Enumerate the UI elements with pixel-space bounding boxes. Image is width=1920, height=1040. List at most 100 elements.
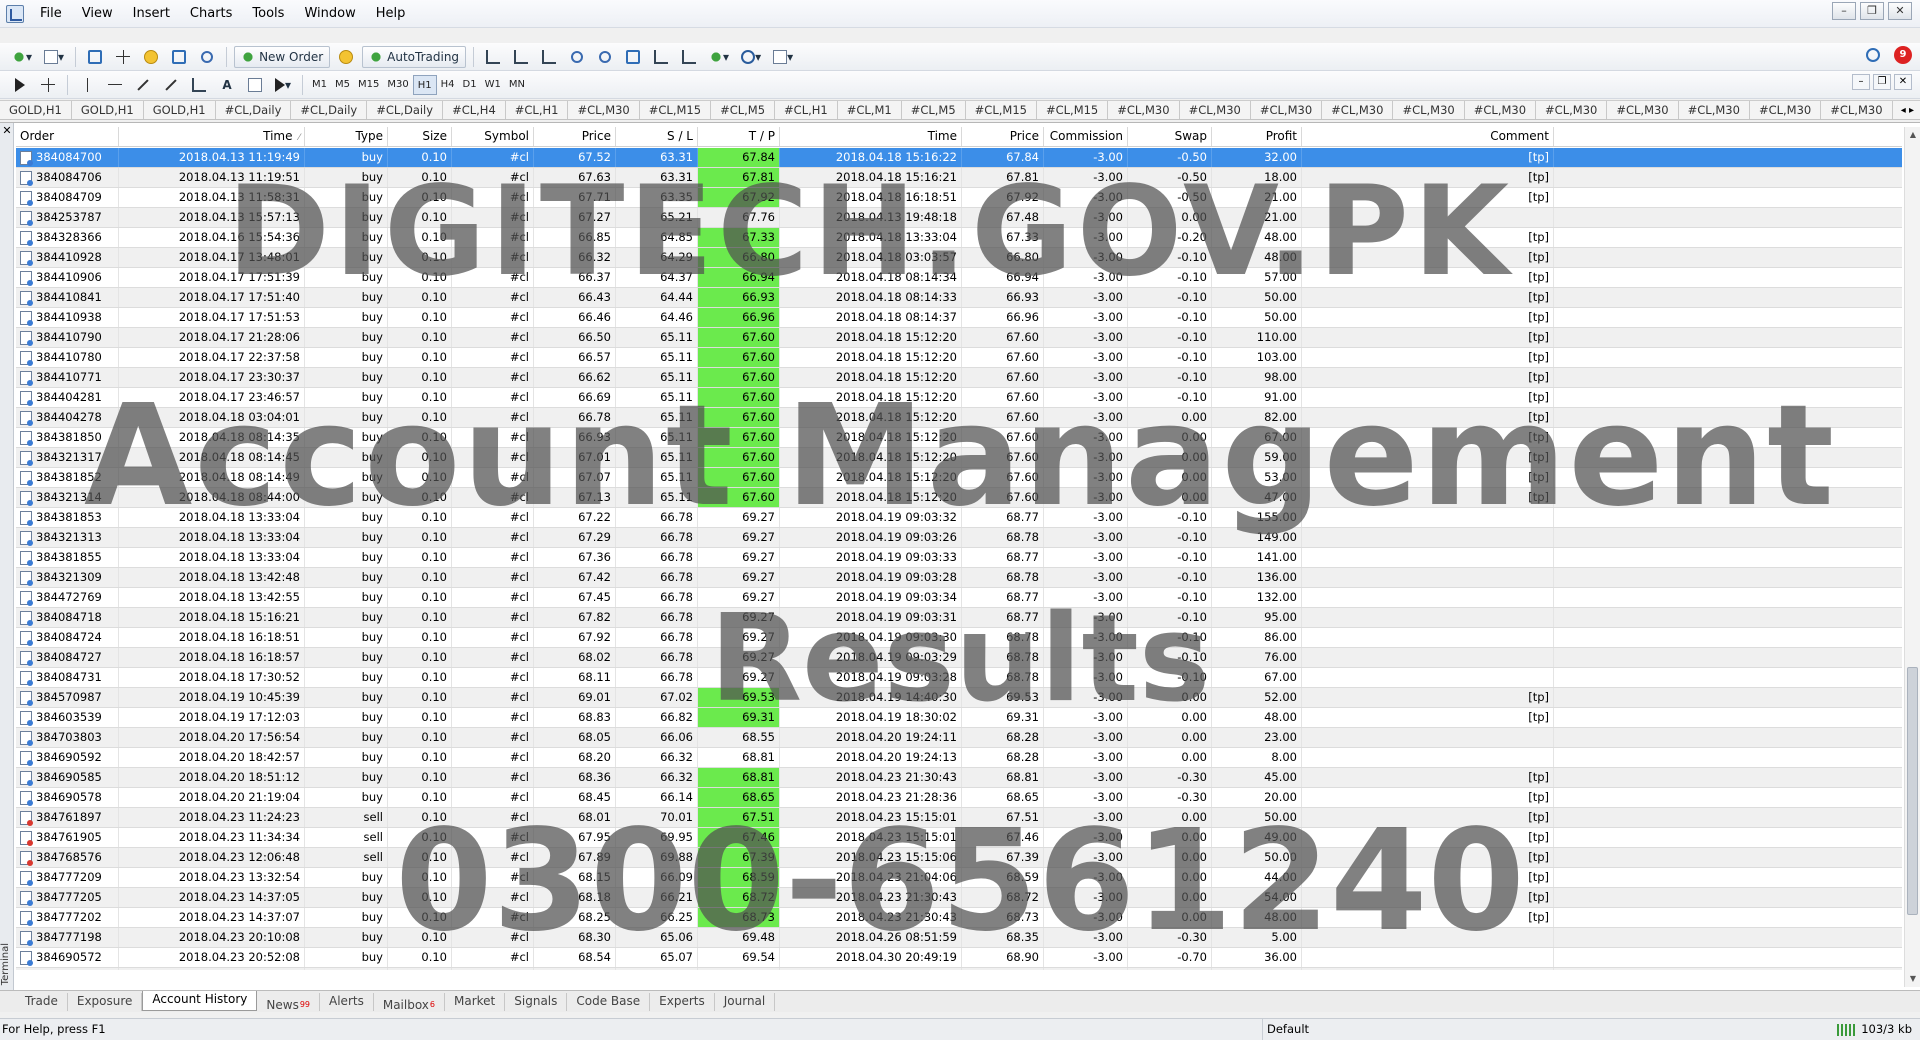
table-row[interactable]: 384084727 2018.04.18 16:18:57 buy 0.10 #cl 68… (16, 648, 1902, 668)
column-header-open-price[interactable]: Price (534, 127, 616, 146)
table-row[interactable]: 384768576 2018.04.23 12:06:48 sell 0.10 #cl 6… (16, 848, 1902, 868)
table-row[interactable]: 384381853 2018.04.18 13:33:04 buy 0.10 #cl 67… (16, 508, 1902, 528)
chart-tab[interactable]: #CL,M5 (902, 101, 966, 119)
table-row[interactable]: 384570987 2018.04.19 10:45:39 buy 0.10 #cl 69… (16, 688, 1902, 708)
menu-window[interactable]: Window (294, 0, 365, 28)
chart-tab[interactable]: #CL,H4 (443, 101, 506, 119)
chart-tab[interactable]: #CL,Daily (367, 101, 444, 119)
notification-badge[interactable]: 9 (1894, 46, 1912, 64)
terminal-tab-market[interactable]: Market (445, 993, 506, 1011)
menu-file[interactable]: File (30, 0, 72, 28)
table-row[interactable]: 384690592 2018.04.20 18:42:57 buy 0.10 #cl 68… (16, 748, 1902, 768)
line-chart-button[interactable] (537, 46, 561, 68)
terminal-tab-experts[interactable]: Experts (650, 993, 715, 1011)
timeframe-h4[interactable]: H4 (437, 75, 459, 95)
chart-tab[interactable]: #CL,H1 (775, 101, 838, 119)
column-header-comment[interactable]: Comment (1302, 127, 1554, 146)
timeframe-h1[interactable]: H1 (412, 74, 437, 95)
menu-help[interactable]: Help (366, 0, 416, 28)
table-row[interactable]: 384777209 2018.04.23 13:32:54 buy 0.10 #cl 68… (16, 868, 1902, 888)
fibonacci-button[interactable] (187, 74, 211, 96)
column-header-commission[interactable]: Commission (1044, 127, 1128, 146)
chart-tab[interactable]: #CL,M30 (1180, 101, 1251, 119)
chart-shift-button[interactable] (677, 46, 701, 68)
metaeditor-button[interactable] (334, 46, 358, 68)
close-icon[interactable]: ✕ (1, 125, 13, 137)
search-icon[interactable] (1866, 48, 1880, 62)
terminal-tab-trade[interactable]: Trade (16, 993, 68, 1011)
terminal-tab-news[interactable]: News99 (257, 993, 321, 1012)
navigator-button[interactable] (139, 46, 163, 68)
chart-tab[interactable]: #CL,M30 (1393, 101, 1465, 119)
table-row[interactable]: 384777198 2018.04.23 20:10:08 buy 0.10 #cl 68… (16, 928, 1902, 948)
table-row[interactable]: 3846703482018.04.23 21:28:35buy0.10#cl68… (16, 968, 1902, 970)
mdi-minimize-icon[interactable]: – (1852, 74, 1870, 90)
column-header-size[interactable]: Size (388, 127, 452, 146)
cursor-button[interactable] (8, 74, 32, 96)
table-row[interactable]: 384410928 2018.04.17 13:48:01 buy 0.10 #cl 66… (16, 248, 1902, 268)
table-row[interactable]: 384381855 2018.04.18 13:33:04 buy 0.10 #cl 67… (16, 548, 1902, 568)
terminal-tab-signals[interactable]: Signals (505, 993, 568, 1011)
zoom-out-button[interactable] (593, 46, 617, 68)
templates-button[interactable]: ▾ (769, 46, 797, 68)
vertical-line-button[interactable] (75, 74, 99, 96)
table-row[interactable]: 384084700 2018.04.13 11:19:49 buy 0.10 #cl 67… (16, 148, 1902, 168)
table-row[interactable]: 384703803 2018.04.20 17:56:54 buy 0.10 #cl 68… (16, 728, 1902, 748)
new-order-button[interactable]: New Order (234, 45, 331, 68)
text-button[interactable]: A (215, 74, 239, 96)
chart-tab[interactable]: #CL,M30 (1536, 101, 1608, 119)
horizontal-line-button[interactable] (103, 74, 127, 96)
table-row[interactable]: 384603539 2018.04.19 17:12:03 buy 0.10 #cl 68… (16, 708, 1902, 728)
table-row[interactable]: 384404281 2018.04.17 23:46:57 buy 0.10 #cl 66… (16, 388, 1902, 408)
table-row[interactable]: 384410771 2018.04.17 23:30:37 buy 0.10 #cl 66… (16, 368, 1902, 388)
table-row[interactable]: 384690572 2018.04.23 20:52:08 buy 0.10 #cl 68… (16, 948, 1902, 968)
chart-tab[interactable]: #CL,M30 (1750, 101, 1822, 119)
column-header-order[interactable]: Order (16, 127, 119, 146)
channel-button[interactable] (159, 74, 183, 96)
scroll-thumb[interactable] (1907, 667, 1918, 915)
table-row[interactable]: 384328366 2018.04.16 15:54:36 buy 0.10 #cl 66… (16, 228, 1902, 248)
menu-tools[interactable]: Tools (242, 0, 294, 28)
table-row[interactable]: 384777202 2018.04.23 14:37:07 buy 0.10 #cl 68… (16, 908, 1902, 928)
table-row[interactable]: 384253787 2018.04.13 15:57:13 buy 0.10 #cl 67… (16, 208, 1902, 228)
tile-windows-button[interactable] (621, 46, 645, 68)
minimize-icon[interactable]: – (1832, 2, 1856, 20)
timeframe-mn[interactable]: MN (505, 75, 529, 95)
candlestick-button[interactable] (509, 46, 533, 68)
strategy-tester-button[interactable] (195, 46, 219, 68)
column-header-close-price[interactable]: Price (962, 127, 1044, 146)
indicators-button[interactable]: ▾ (705, 46, 733, 68)
vertical-scrollbar[interactable]: ▲ ▼ (1904, 127, 1920, 987)
new-chart-button[interactable]: ▾ (8, 46, 36, 68)
chart-tab[interactable]: GOLD,H1 (72, 101, 144, 119)
chart-tab[interactable]: #CL,M30 (1465, 101, 1537, 119)
chart-tab[interactable]: #CL,M30 (1108, 101, 1180, 119)
chart-tab[interactable]: #CL,M30 (1322, 101, 1394, 119)
close-icon[interactable]: ✕ (1888, 2, 1912, 20)
column-header-profit[interactable]: Profit (1212, 127, 1302, 146)
table-row[interactable]: 384777205 2018.04.23 14:37:05 buy 0.10 #cl 68… (16, 888, 1902, 908)
chart-tab[interactable]: #CL,M5 (711, 101, 776, 119)
timeframe-m15[interactable]: M15 (354, 75, 383, 95)
chart-tab[interactable]: #CL,M1 (838, 101, 902, 119)
restore-icon[interactable]: ❐ (1860, 2, 1884, 20)
table-row[interactable]: 384321314 2018.04.18 08:44:00 buy 0.10 #cl 67… (16, 488, 1902, 508)
table-row[interactable]: 384321309 2018.04.18 13:42:48 buy 0.10 #cl 67… (16, 568, 1902, 588)
periods-button[interactable]: ▾ (737, 46, 765, 68)
table-row[interactable]: 384410790 2018.04.17 21:28:06 buy 0.10 #cl 66… (16, 328, 1902, 348)
tab-scroll-arrows-icon[interactable]: ◂ ▸ (1896, 101, 1918, 119)
menu-view[interactable]: View (72, 0, 123, 28)
table-row[interactable]: 384472769 2018.04.18 13:42:55 buy 0.10 #cl 67… (16, 588, 1902, 608)
text-label-button[interactable] (243, 74, 267, 96)
table-row[interactable]: 384761897 2018.04.23 11:24:23 sell 0.10 #cl 6… (16, 808, 1902, 828)
chart-tab[interactable]: #CL,M30 (568, 101, 640, 119)
column-header-close-time[interactable]: Time (780, 127, 962, 146)
terminal-tab-alerts[interactable]: Alerts (320, 993, 374, 1011)
scroll-up-icon[interactable]: ▲ (1905, 127, 1920, 143)
chart-tab[interactable]: #CL,M15 (966, 101, 1037, 119)
chart-tab[interactable]: #CL,H1 (506, 101, 569, 119)
table-row[interactable]: 384690585 2018.04.20 18:51:12 buy 0.10 #cl 68… (16, 768, 1902, 788)
terminal-tab-code-base[interactable]: Code Base (567, 993, 651, 1011)
column-header-type[interactable]: Type (305, 127, 388, 146)
terminal-tab-journal[interactable]: Journal (715, 993, 776, 1011)
